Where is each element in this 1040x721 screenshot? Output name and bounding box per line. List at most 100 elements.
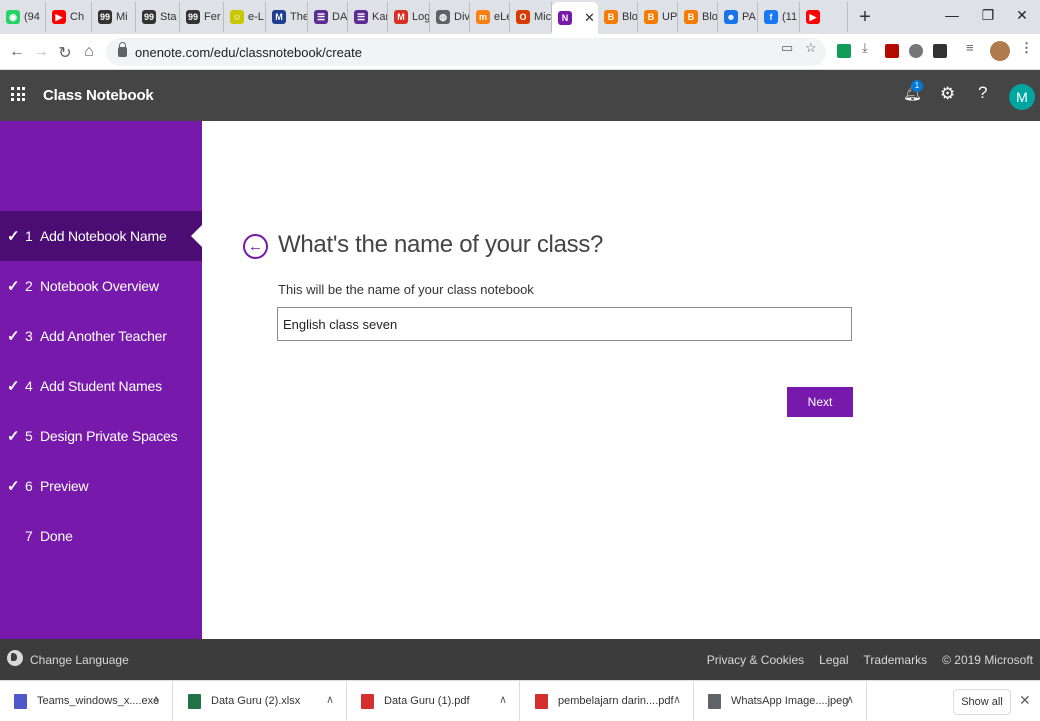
cast-icon[interactable]: ▭	[781, 40, 793, 56]
browser-tab[interactable]: N ✕	[552, 2, 598, 34]
back-arrow-icon[interactable]: ←	[8, 43, 26, 61]
copyright-text: © 2019 Microsoft	[942, 653, 1033, 667]
class-name-input[interactable]	[277, 307, 852, 341]
browser-tab-label: Sta	[160, 11, 177, 23]
extension-circle-icon[interactable]	[909, 44, 923, 58]
browser-tab[interactable]: ▶	[800, 2, 848, 32]
browser-tab[interactable]: 99 Fer	[180, 2, 224, 32]
teams-icon	[14, 693, 27, 709]
download-icon[interactable]: ⤓	[862, 40, 868, 56]
wizard-step-3[interactable]: ✓ 3 Add Another Teacher	[0, 311, 202, 361]
checkmark-icon: ✓	[7, 228, 20, 245]
legal-link[interactable]: Legal	[819, 653, 848, 667]
user-avatar[interactable]: M	[1009, 84, 1035, 110]
step-label: Done	[40, 528, 73, 544]
image-file-icon	[708, 693, 721, 709]
download-filename: pembelajarn darin....pdf	[558, 695, 674, 707]
step-label: Add Student Names	[40, 378, 162, 394]
wizard-step-4[interactable]: ✓ 4 Add Student Names	[0, 361, 202, 411]
trademarks-link[interactable]: Trademarks	[864, 653, 928, 667]
browser-tab[interactable]: B UP	[638, 2, 678, 32]
close-downloads-bar-icon[interactable]: ✕	[1019, 692, 1031, 709]
browser-tab[interactable]: ▶ Ch	[46, 2, 92, 32]
browser-tab[interactable]: f (11	[758, 2, 800, 32]
bookmark-star-icon[interactable]: ☆	[805, 40, 817, 56]
browser-tab[interactable]: B Blo	[678, 2, 718, 32]
chevron-up-icon[interactable]: ∧	[152, 693, 160, 706]
close-tab-icon[interactable]: ✕	[584, 10, 595, 26]
browser-tab[interactable]: ☻ PA	[718, 2, 758, 32]
browser-tab[interactable]: M The	[266, 2, 308, 32]
help-icon[interactable]: ?	[978, 83, 987, 103]
download-item[interactable]: WhatsApp Image....jpeg ∧	[694, 681, 867, 721]
browser-tab[interactable]: B Blo	[598, 2, 638, 32]
acrobat-icon[interactable]	[885, 44, 899, 58]
url-field[interactable]: onenote.com/edu/classnotebook/create	[106, 38, 826, 66]
download-item[interactable]: Data Guru (2).xlsx ∧	[174, 681, 347, 721]
step-number: 5	[25, 428, 33, 444]
wizard-step-7[interactable]: 7 Done	[0, 511, 202, 561]
wizard-step-1[interactable]: ✓ 1 Add Notebook Name	[0, 211, 202, 261]
restore-icon[interactable]: ❐	[970, 0, 1006, 30]
downloads-bar: Show all ✕ Teams_windows_x....exe ∧ Data G…	[0, 680, 1040, 721]
app-header: Class Notebook 🔔︎ 1 ⚙ ?	[0, 70, 1040, 121]
browser-tab[interactable]: M Log	[388, 2, 430, 32]
download-item[interactable]: pembelajarn darin....pdf ∧	[521, 681, 694, 721]
pdf-icon	[535, 693, 548, 709]
profile-avatar-icon[interactable]	[990, 41, 1010, 61]
extension-dark-icon[interactable]	[933, 44, 947, 58]
step-number: 4	[25, 378, 33, 394]
change-language-link[interactable]: Change Language	[30, 653, 129, 667]
wizard-steps-sidebar: ✓ 1 Add Notebook Name ✓ 2 Notebook Overview ✓ 3…	[0, 121, 202, 639]
checkmark-icon: ✓	[7, 278, 20, 295]
reading-list-icon[interactable]: ≡	[966, 40, 974, 55]
app-launcher-icon[interactable]	[11, 87, 25, 101]
browser-tab[interactable]: meLe	[470, 2, 510, 32]
show-all-downloads-button[interactable]: Show all	[953, 689, 1011, 715]
close-window-icon[interactable]: ✕	[1004, 0, 1040, 30]
elearning-icon: ☺	[230, 10, 244, 24]
browser-tab[interactable]: O Mic	[510, 2, 552, 32]
browser-tab[interactable]: 99 Mi	[92, 2, 136, 32]
browser-tab[interactable]: ☺ e-L	[224, 2, 266, 32]
download-filename: Data Guru (1).pdf	[384, 695, 470, 707]
browser-tab[interactable]: ☰ DA	[308, 2, 348, 32]
notification-badge: 1	[911, 80, 923, 92]
back-arrow-button-icon[interactable]: ←	[243, 234, 268, 259]
browser-tab-label: Div	[454, 11, 470, 23]
forward-arrow-icon[interactable]: →	[32, 43, 50, 61]
globe-icon: ◍	[436, 10, 450, 24]
browser-tab[interactable]: 99 Sta	[136, 2, 180, 32]
minimize-icon[interactable]: —	[934, 0, 970, 30]
page-heading: What's the name of your class?	[278, 231, 604, 258]
chevron-up-icon[interactable]: ∧	[326, 693, 334, 706]
browser-tab[interactable]: ◉ (94	[0, 2, 46, 32]
blogger-icon: B	[604, 10, 618, 24]
chevron-up-icon[interactable]: ∧	[499, 693, 507, 706]
privacy-cookies-link[interactable]: Privacy & Cookies	[707, 653, 804, 667]
new-tab-button[interactable]: +	[852, 2, 878, 32]
reload-icon[interactable]: ↻	[56, 43, 74, 63]
contacts-icon: ☻	[724, 10, 738, 24]
chevron-up-icon[interactable]: ∧	[846, 693, 854, 706]
menu-kebab-icon[interactable]: ⋮	[1020, 40, 1033, 56]
wizard-step-5[interactable]: ✓ 5 Design Private Spaces	[0, 411, 202, 461]
browser-tab[interactable]: ◍ Div	[430, 2, 470, 32]
browser-tab-label: Fer	[204, 11, 221, 23]
step-label: Add Notebook Name	[40, 228, 167, 244]
browser-tab-label: Mi	[116, 11, 128, 23]
download-item[interactable]: Teams_windows_x....exe ∧	[0, 681, 173, 721]
extension-icon[interactable]	[837, 44, 851, 58]
onenote-icon: N	[558, 11, 572, 25]
download-item[interactable]: Data Guru (1).pdf ∧	[347, 681, 520, 721]
youtube-icon: ▶	[52, 10, 66, 24]
facebook-icon: f	[764, 10, 778, 24]
browser-tab-strip: ◉ (94 ▶ Ch 99 Mi 99 Sta 99 Fer ☺ e-L M The ☰ DA ☰ Kar M Log…	[0, 0, 1040, 34]
home-icon[interactable]: ⌂	[80, 43, 98, 61]
settings-gear-icon[interactable]: ⚙	[940, 84, 955, 104]
wizard-step-6[interactable]: ✓ 6 Preview	[0, 461, 202, 511]
chevron-up-icon[interactable]: ∧	[673, 693, 681, 706]
wizard-step-2[interactable]: ✓ 2 Notebook Overview	[0, 261, 202, 311]
next-button[interactable]: Next	[787, 387, 853, 417]
browser-tab[interactable]: ☰ Kar	[348, 2, 388, 32]
